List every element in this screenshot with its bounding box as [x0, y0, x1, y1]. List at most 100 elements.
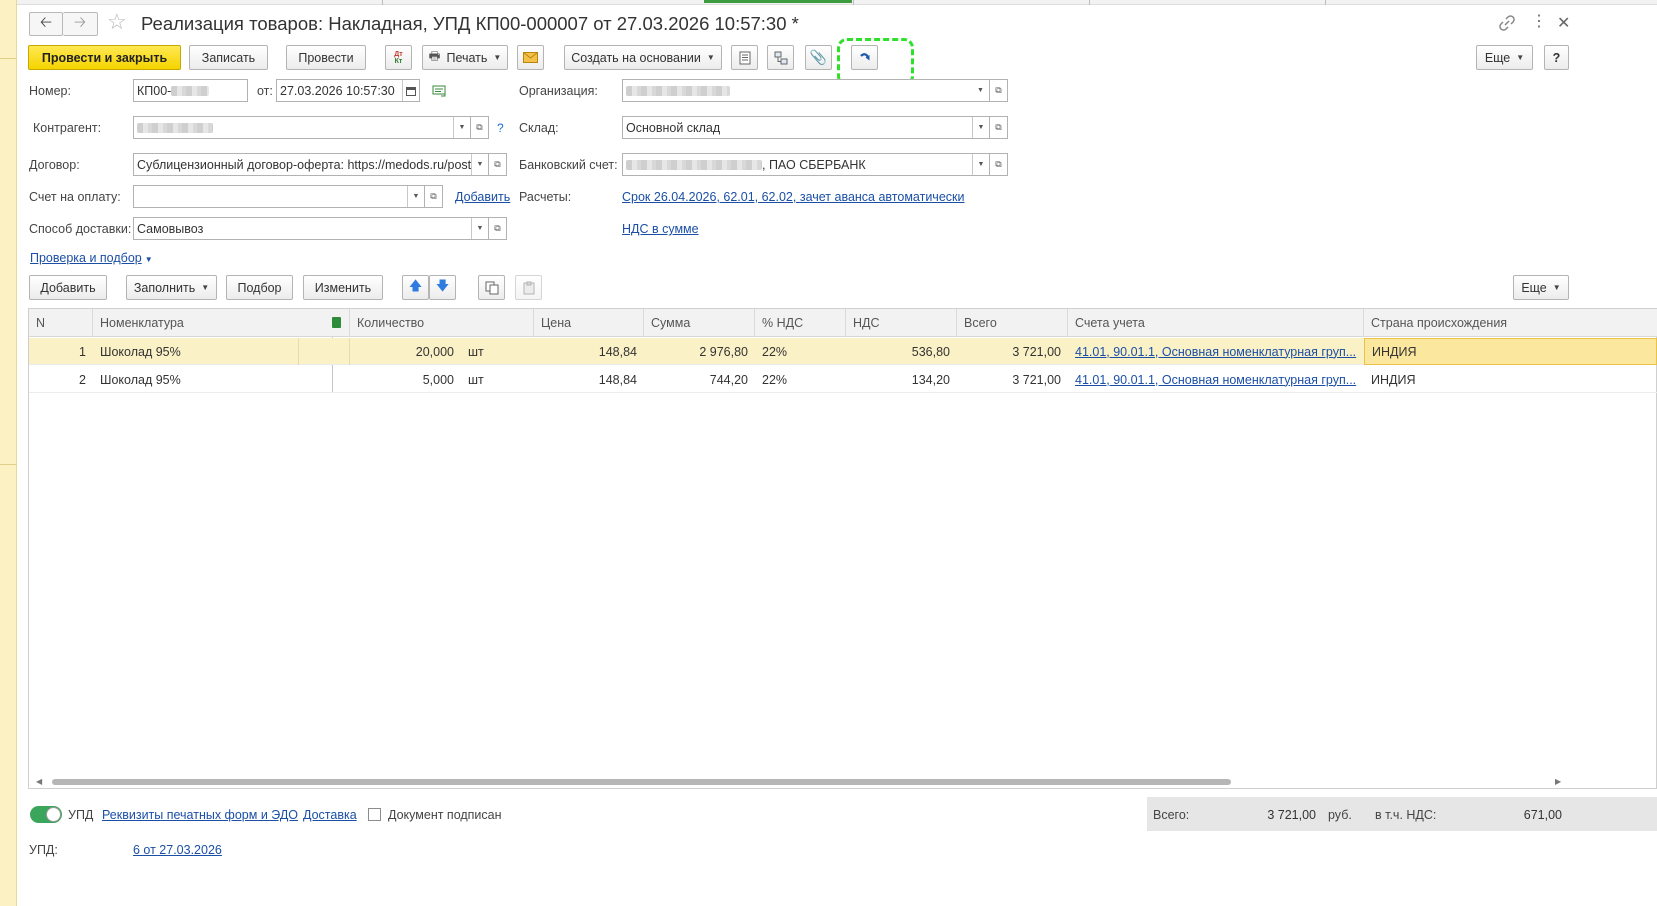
post-button[interactable]: Провести	[286, 45, 366, 70]
more-button[interactable]: Еще ▼	[1476, 45, 1533, 70]
open-warehouse-button[interactable]: ⧉	[990, 116, 1008, 139]
add-invoice-link[interactable]: Добавить	[455, 190, 510, 204]
settlements-link[interactable]: Срок 26.04.2026, 62.01, 62.02, зачет ава…	[622, 190, 964, 204]
cell-nomenclature[interactable]: Шоколад 95%	[93, 366, 298, 393]
create-based-on-button[interactable]: Создать на основании ▼	[564, 45, 722, 70]
print-button[interactable]: 🖶 Печать ▼	[422, 45, 508, 70]
check-and-select-menu[interactable]: Проверка и подбор ▼	[30, 251, 153, 265]
more-menu-icon[interactable]: ⋮	[1531, 14, 1547, 30]
upd-document-link[interactable]: 6 от 27.03.2026	[133, 843, 222, 857]
post-and-close-button[interactable]: Провести и закрыть	[28, 45, 181, 70]
change-button[interactable]: Изменить	[303, 275, 383, 300]
cell-vat-rate[interactable]: 22%	[755, 366, 846, 393]
col-header-nomenclature[interactable]: Номенклатура	[93, 309, 333, 337]
calendar-icon[interactable]	[402, 80, 419, 101]
accounts-link[interactable]: 41.01, 90.01.1, Основная номенклатурная …	[1075, 345, 1356, 359]
selection-button[interactable]: Подбор	[226, 275, 293, 300]
link-icon[interactable]	[1499, 15, 1515, 31]
help-question-icon[interactable]: ?	[497, 121, 504, 135]
delivery-method-field[interactable]: Самовывоз ▼	[133, 217, 489, 240]
cell-accounts[interactable]: 41.01, 90.01.1, Основная номенклатурная …	[1068, 338, 1364, 365]
cell-total[interactable]: 3 721,00	[957, 338, 1068, 365]
col-header-vat[interactable]: НДС	[846, 309, 957, 337]
email-button[interactable]	[517, 45, 544, 70]
open-contractor-button[interactable]: ⧉	[471, 116, 489, 139]
cell-unit[interactable]: шт	[461, 366, 534, 393]
add-row-button[interactable]: Добавить	[29, 275, 107, 300]
table-row[interactable]: 2 Шоколад 95% 5,000 шт 148,84 744,20 22%…	[29, 366, 1657, 393]
contractor-field[interactable]: ▼	[133, 116, 471, 139]
date-field[interactable]: 27.03.2026 10:57:30	[276, 79, 420, 102]
cell-country[interactable]: ИНДИЯ	[1364, 366, 1657, 393]
col-header-price[interactable]: Цена	[534, 309, 644, 337]
bank-account-field[interactable]: , ПАО СБЕРБАНК ▼	[622, 153, 990, 176]
delivery-link[interactable]: Доставка	[303, 808, 357, 822]
check-and-select-link[interactable]: Проверка и подбор	[30, 251, 142, 265]
cell-sum[interactable]: 744,20	[644, 366, 755, 393]
cell-sum[interactable]: 2 976,80	[644, 338, 755, 365]
chevron-down-icon[interactable]: ▼	[972, 117, 989, 138]
cell-price[interactable]: 148,84	[534, 338, 644, 365]
open-invoice-button[interactable]: ⧉	[425, 185, 443, 208]
save-button[interactable]: Записать	[189, 45, 268, 70]
column-settings-icon[interactable]	[332, 317, 341, 328]
print-forms-edo-link[interactable]: Реквизиты печатных форм и ЭДО	[102, 808, 298, 822]
table-row[interactable]: 1 Шоколад 95% 20,000 шт 148,84 2 976,80 …	[29, 338, 1657, 365]
number-field[interactable]: КП00-	[133, 79, 248, 102]
scrollbar-thumb[interactable]	[52, 779, 1231, 785]
table-more-button[interactable]: Еще ▼	[1513, 275, 1569, 300]
invoice-field[interactable]: ▼	[133, 185, 425, 208]
warehouse-field[interactable]: Основной склад ▼	[622, 116, 990, 139]
scroll-right-icon[interactable]: ▶	[1555, 777, 1561, 786]
cell-accounts[interactable]: 41.01, 90.01.1, Основная номенклатурная …	[1068, 366, 1364, 393]
fill-button[interactable]: Заполнить ▼	[126, 275, 217, 300]
help-button[interactable]: ?	[1544, 45, 1569, 70]
chevron-down-icon[interactable]: ▼	[972, 80, 989, 101]
close-icon[interactable]: ✕	[1557, 13, 1570, 33]
accounts-link[interactable]: 41.01, 90.01.1, Основная номенклатурная …	[1075, 373, 1356, 387]
copy-rows-button[interactable]	[478, 275, 505, 300]
col-header-country[interactable]: Страна происхождения	[1364, 309, 1657, 337]
contract-field[interactable]: Сублицензионный договор-оферта: https://…	[133, 153, 489, 176]
open-contract-button[interactable]: ⧉	[489, 153, 507, 176]
attach-button[interactable]: 📎	[805, 45, 832, 70]
back-button[interactable]: 🡠	[29, 12, 63, 36]
scroll-left-icon[interactable]: ◀	[36, 777, 42, 786]
col-header-n[interactable]: N	[29, 309, 93, 337]
forward-button[interactable]: 🡢	[63, 12, 98, 36]
col-header-accounts[interactable]: Счета учета	[1068, 309, 1364, 337]
col-header-total[interactable]: Всего	[957, 309, 1068, 337]
structure-button[interactable]	[767, 45, 794, 70]
cell-nomenclature[interactable]: Шоколад 95%	[93, 338, 298, 365]
chevron-down-icon[interactable]: ▼	[471, 218, 488, 239]
document-signed-checkbox[interactable]	[368, 808, 381, 821]
cell-quantity[interactable]: 5,000	[349, 366, 461, 393]
chevron-down-icon[interactable]: ▼	[453, 117, 470, 138]
cell-price[interactable]: 148,84	[534, 366, 644, 393]
document-list-button[interactable]	[731, 45, 758, 70]
open-organization-button[interactable]: ⧉	[990, 79, 1008, 102]
paste-rows-button[interactable]	[515, 275, 542, 300]
favorite-star-icon[interactable]: ☆	[107, 9, 127, 35]
cell-vat[interactable]: 134,20	[846, 366, 957, 393]
cell-quantity[interactable]: 20,000	[349, 338, 461, 365]
cell-total[interactable]: 3 721,00	[957, 366, 1068, 393]
chevron-down-icon[interactable]: ▼	[471, 154, 488, 175]
col-header-quantity[interactable]: Количество	[349, 309, 534, 337]
comment-icon[interactable]	[432, 85, 447, 101]
cell-unit[interactable]: шт	[461, 338, 534, 365]
dtkt-button[interactable]: Дт Кт	[385, 45, 412, 70]
chevron-down-icon[interactable]: ▼	[972, 154, 989, 175]
cell-country[interactable]: ИНДИЯ	[1364, 338, 1657, 365]
cell-vat-rate[interactable]: 22%	[755, 338, 846, 365]
organization-field[interactable]: ▼	[622, 79, 990, 102]
open-bank-account-button[interactable]: ⧉	[990, 153, 1008, 176]
col-header-sum[interactable]: Сумма	[644, 309, 755, 337]
chevron-down-icon[interactable]: ▼	[407, 186, 424, 207]
col-header-vat-rate[interactable]: % НДС	[755, 309, 846, 337]
move-down-button[interactable]: 🡇	[429, 275, 456, 300]
open-delivery-button[interactable]: ⧉	[489, 217, 507, 240]
cell-vat[interactable]: 536,80	[846, 338, 957, 365]
vat-in-sum-link[interactable]: НДС в сумме	[622, 222, 699, 236]
move-up-button[interactable]: 🡅	[402, 275, 429, 300]
